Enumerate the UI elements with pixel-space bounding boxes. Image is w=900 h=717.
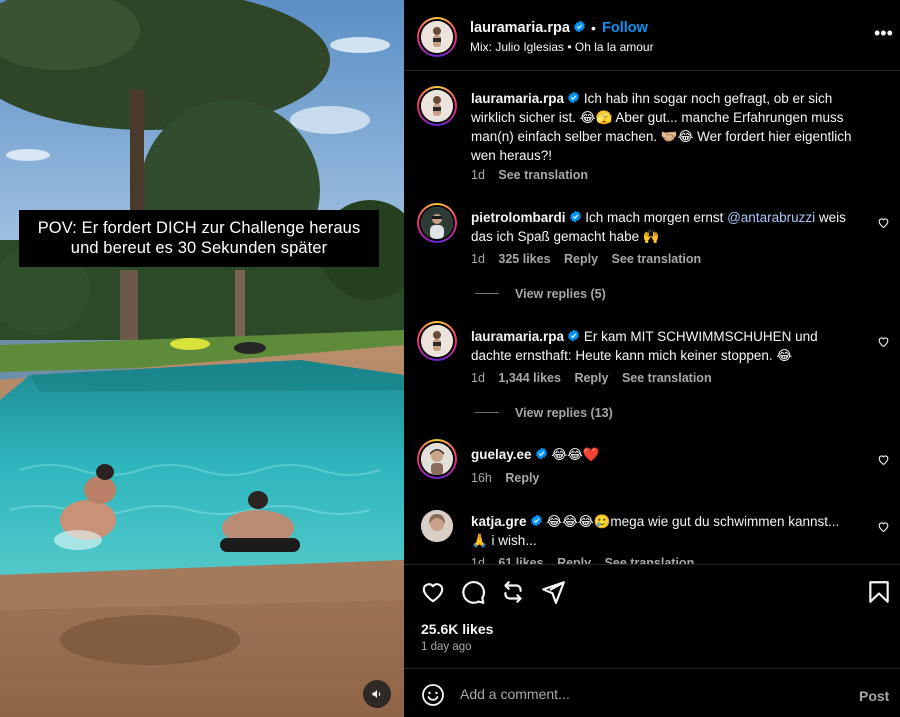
- bookmark-icon[interactable]: [866, 579, 892, 605]
- reply-button[interactable]: Reply: [564, 252, 598, 266]
- reply-button[interactable]: Reply: [557, 556, 591, 564]
- view-replies-button[interactable]: View replies (13): [475, 406, 613, 420]
- post-comment-button[interactable]: Post: [859, 688, 889, 704]
- like-comment-heart-icon[interactable]: [877, 453, 890, 466]
- comment-username[interactable]: pietrolombardi: [471, 210, 566, 225]
- comment-meta: 1d 1,344 likes Reply See translation: [471, 371, 722, 385]
- verified-badge-icon: [574, 20, 585, 33]
- comment-username[interactable]: lauramaria.rpa: [471, 329, 564, 344]
- user-mention-link[interactable]: @antarabruzzi: [727, 210, 815, 225]
- comment-likes[interactable]: 61 likes: [498, 556, 543, 564]
- replies-divider: [475, 293, 499, 294]
- comment-body: guelay.ee 😂😂❤️: [471, 445, 851, 464]
- comment-avatar[interactable]: [417, 203, 457, 243]
- avatar-photo: [421, 207, 453, 239]
- speaker-icon: [372, 690, 381, 698]
- avatar-photo: [421, 510, 453, 542]
- avatar-photo: [421, 443, 453, 475]
- caption-line-1: POV: Er fordert DICH zur Challenge herau…: [37, 219, 361, 237]
- caption-line-2: und bereut es 30 Sekunden später: [70, 239, 328, 257]
- comment-text: Ich mach morgen ernst: [585, 210, 728, 225]
- more-options-icon[interactable]: •••: [874, 24, 893, 42]
- verified-badge-icon: [530, 514, 542, 527]
- comments-list[interactable]: lauramaria.rpa Ich hab ihn sogar noch ge…: [404, 72, 900, 564]
- likes-count[interactable]: 25.6K likes: [421, 621, 493, 637]
- like-comment-heart-icon[interactable]: [877, 216, 890, 229]
- like-comment-heart-icon[interactable]: [877, 335, 890, 348]
- comment-username[interactable]: lauramaria.rpa: [471, 91, 564, 106]
- reply-button[interactable]: Reply: [574, 371, 608, 385]
- post-date[interactable]: 1 day ago: [421, 641, 472, 653]
- comment-time: 1d: [471, 371, 485, 385]
- post-sidebar: lauramaria.rpa • Follow Mix: Julio Igles…: [404, 0, 900, 717]
- post-actions: 25.6K likes 1 day ago: [404, 564, 900, 668]
- comment-likes[interactable]: 1,344 likes: [498, 371, 561, 385]
- post-header: lauramaria.rpa • Follow Mix: Julio Igles…: [404, 0, 900, 71]
- author-avatar[interactable]: [417, 17, 457, 57]
- comment-text: 😂😂❤️: [551, 447, 600, 462]
- send-icon[interactable]: [540, 579, 566, 605]
- comment-username[interactable]: guelay.ee: [471, 447, 532, 462]
- heart-icon[interactable]: [420, 579, 446, 605]
- verified-badge-icon: [535, 447, 547, 460]
- video-frame: [0, 0, 404, 717]
- comment-avatar[interactable]: [417, 86, 457, 126]
- see-translation-button[interactable]: See translation: [612, 252, 702, 266]
- verified-badge-icon: [568, 329, 579, 342]
- comment-body: lauramaria.rpa Er kam MIT SCHWIMMSCHUHEN…: [471, 327, 851, 365]
- reel-video[interactable]: POV: Er fordert DICH zur Challenge herau…: [0, 0, 404, 717]
- comment-meta: 1d 325 likes Reply See translation: [471, 252, 711, 266]
- verified-badge-icon: [569, 210, 581, 223]
- like-comment-heart-icon[interactable]: [877, 520, 890, 533]
- add-comment-bar: Post: [404, 668, 900, 717]
- avatar-photo: [421, 21, 453, 53]
- comment-avatar[interactable]: [417, 321, 457, 361]
- reply-button[interactable]: Reply: [505, 471, 539, 485]
- audio-track-link[interactable]: Mix: Julio Iglesias • Oh la la amour: [470, 40, 654, 54]
- view-replies-button[interactable]: View replies (5): [475, 287, 606, 301]
- video-caption-overlay: POV: Er fordert DICH zur Challenge herau…: [19, 210, 379, 267]
- see-translation-button[interactable]: See translation: [622, 371, 712, 385]
- comment-input[interactable]: [460, 682, 840, 706]
- comment-meta: 1d See translation: [471, 168, 598, 182]
- author-username[interactable]: lauramaria.rpa: [470, 20, 586, 36]
- avatar-photo: [421, 90, 453, 122]
- header-separator: •: [591, 20, 596, 36]
- avatar-photo: [421, 325, 453, 357]
- replies-divider: [475, 412, 499, 413]
- see-translation-button[interactable]: See translation: [605, 556, 695, 564]
- verified-badge-icon: [568, 91, 579, 104]
- comment-meta: 16h Reply: [471, 471, 549, 485]
- comment-body: pietrolombardi Ich mach morgen ernst @an…: [471, 208, 851, 246]
- view-replies-label[interactable]: View replies (13): [515, 406, 613, 420]
- comment-time: 16h: [471, 471, 492, 485]
- follow-button[interactable]: Follow: [602, 20, 648, 36]
- comment-icon[interactable]: [460, 579, 486, 605]
- comment-username[interactable]: katja.gre: [471, 514, 527, 529]
- sound-toggle-button[interactable]: [363, 680, 391, 708]
- view-replies-label[interactable]: View replies (5): [515, 287, 606, 301]
- comment-avatar[interactable]: [421, 510, 453, 542]
- comment-meta: 1d 61 likes Reply See translation: [471, 556, 704, 564]
- see-translation-button[interactable]: See translation: [498, 168, 588, 182]
- comment-time: 1d: [471, 556, 485, 564]
- comment-time: 1d: [471, 252, 485, 266]
- comment-avatar[interactable]: [417, 439, 457, 479]
- comment-body: katja.gre 😂😂😂🥲mega wie gut du schwimmen …: [471, 512, 856, 550]
- comment-body: lauramaria.rpa Ich hab ihn sogar noch ge…: [471, 89, 871, 165]
- author-username-text[interactable]: lauramaria.rpa: [470, 20, 570, 36]
- emoji-icon[interactable]: [421, 683, 445, 707]
- share-icon[interactable]: [500, 579, 526, 605]
- comment-time: 1d: [471, 168, 485, 182]
- comment-likes[interactable]: 325 likes: [498, 252, 550, 266]
